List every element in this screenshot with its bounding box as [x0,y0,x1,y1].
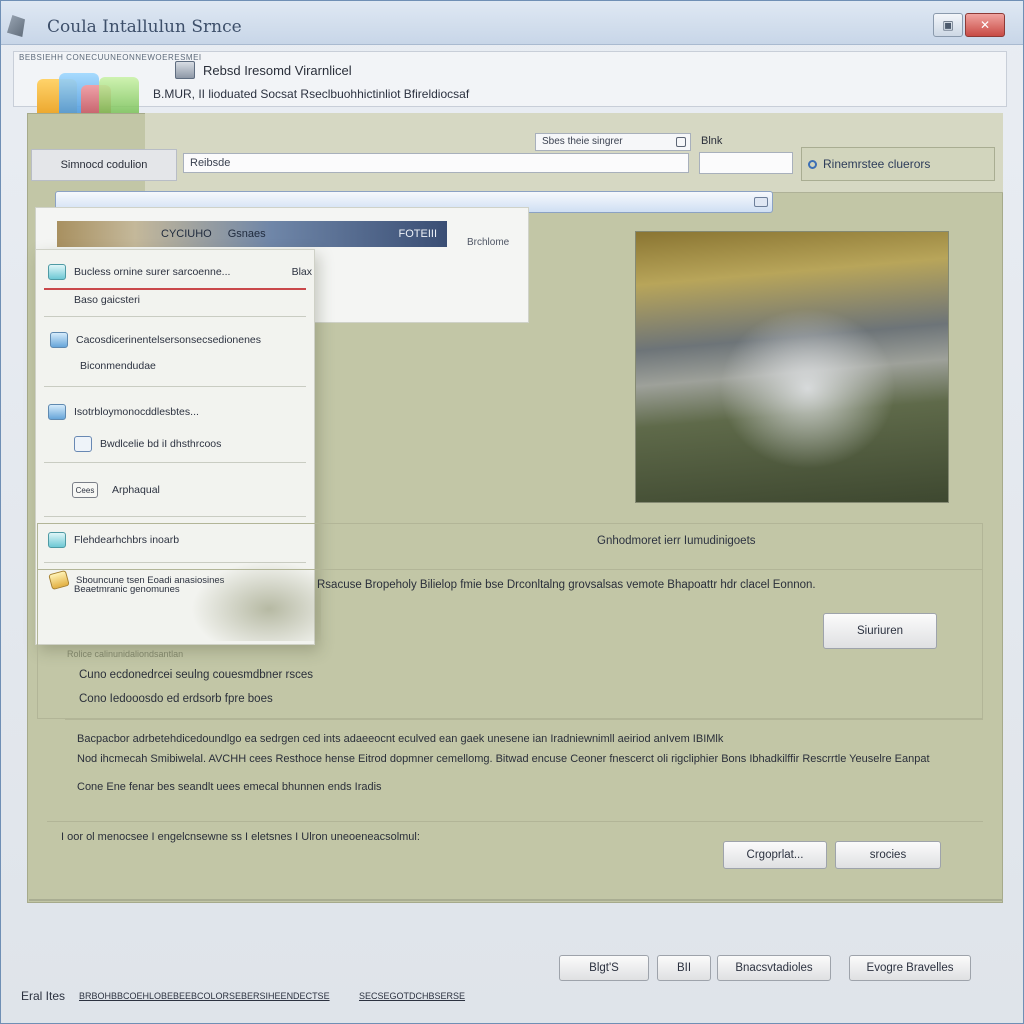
next-button[interactable]: Blgt'S [559,955,649,981]
banner-side-label: Brchlome [467,237,510,248]
dropdown-handle-icon[interactable] [754,197,768,207]
minimize-button[interactable]: ▣ [933,13,963,37]
blnk-input[interactable] [699,152,793,174]
menu-item[interactable]: Bwdlcelie bd iI dhsthrcoos [74,436,354,452]
status-label: Eral Ites [21,989,66,1003]
section-action-button[interactable]: Siuriuren [823,613,937,649]
search-input-value: Sbes theie singrer [542,136,623,147]
app-icon [7,15,25,37]
details-line-1: Bacpacbor adrbetehdicedoundlgo ea sedrge… [77,733,724,745]
landscape-image [636,232,948,502]
confirm-divider [47,821,983,822]
status-link-right-text: SECSEGOTDCHBSERSE [359,991,466,1001]
header-title-row: Rebsd Iresomd Virarnlicel [175,61,352,79]
header-title: Rebsd Iresomd Virarnlicel [203,62,352,78]
faded-note: Rolice calinunidaliondsantlan [67,649,184,659]
condition-input[interactable]: Reibsde [183,153,689,173]
section-description: Rsacuse Bropeholy Bilielop fmie bse Drco… [317,579,816,591]
close-button[interactable]: ✕ [965,13,1005,37]
back-button[interactable]: Bnacsvtadioles [717,955,831,981]
search-input[interactable]: Sbes theie singrer [535,133,691,151]
section-line-1: Cuno ecdonedrcei seulng couesmdbner rsce… [79,669,313,681]
disk-icon [175,61,195,79]
details-divider [65,719,983,720]
details-line-3: Cone Ene fenar bes seandlt uees emecal b… [77,781,382,793]
menu-item-label: Baso gaicsteri [74,294,140,306]
close-icon: ✕ [979,18,991,32]
menu-item-label: Arphaqual [112,484,160,496]
refresh-icon [808,159,817,169]
text-icon: Cees [72,482,98,498]
status-link-left[interactable]: BRBOHBBCOEHLOBEBEEBCOLORSEBERSIHEENDECTS… [79,991,330,1001]
cancel-button[interactable]: Evogre Bravelles [849,955,971,981]
footer-divider [29,899,1003,901]
remote-users-label: Rinemrstee cluerors [823,157,931,171]
menu-item-label: Bwdlcelie bd iI dhsthrcoos [100,438,222,450]
menu-separator [44,386,306,387]
details-line-2: Nod ihcmecah Smibiwelal. AVCHH cees Rest… [77,753,930,765]
section-divider [37,569,983,570]
status-link-left-text: BRBOHBBCOEHLOBEBEEBCOLORSEBERSIHEENDECTS… [79,991,330,1001]
section-line-2: Cono Iedooosdo ed erdsorb fpre boes [79,693,273,705]
tile-icon [48,404,66,420]
section-title: Gnhodmoret ierr Iumudinigoets [597,535,756,547]
menu-item[interactable]: Baso gaicsteri [74,294,354,306]
blnk-label: Blnk [701,135,723,147]
menu-item-label: Bucless ornine surer sarcoenne... [74,266,231,278]
banner-mid-label: Gsnaes [227,228,266,240]
confirm-button-b[interactable]: srocies [835,841,941,869]
banner-right-label: FOTEIII [398,228,438,240]
menu-item-label: Cacosdicerinentelsersonsecsedionenes [76,334,262,346]
menu-item[interactable]: Biconmendudae [80,360,360,372]
confirm-button-a[interactable]: Crgoprlat... [723,841,827,869]
menu-item[interactable]: Isotrbloymonocddlesbtes... [48,404,328,420]
condition-label: Simnocd codulion [31,149,177,181]
menu-item-shortcut: Blax [291,266,312,278]
window-icon [74,436,92,452]
parrot-icon [48,264,66,280]
menu-item[interactable]: Cacosdicerinentelsersonsecsedionenes [50,332,330,348]
menu-separator [44,462,306,463]
banner-left-label: CYCIUHO [161,228,212,240]
app-window: Coula Intallulun Srnce ▣ ✕ BEBSIEHH CONE… [0,0,1024,1024]
preview-image [635,231,949,503]
pause-button[interactable]: BII [657,955,711,981]
header-subtitle: B.MUR, II lioduated Socsat Rseclbuohhict… [153,87,470,101]
grid-icon [50,332,68,348]
window-title: Coula Intallulun Srnce [47,17,242,37]
confirm-text: I oor ol menocsee I engelcnsewne ss I el… [61,831,420,843]
menu-item-label: Isotrbloymonocddlesbtes... [74,406,199,418]
menu-separator [44,516,306,517]
menu-separator [44,316,306,317]
title-bar[interactable]: Coula Intallulun Srnce ▣ ✕ [1,1,1023,45]
menu-item-label: Biconmendudae [80,360,156,372]
status-link-right[interactable]: SECSEGOTDCHBSERSE [359,991,465,1001]
search-icon[interactable] [676,137,686,147]
menu-item[interactable]: Cees Arphaqual [72,482,352,498]
menu-separator [44,288,306,290]
banner-strip: CYCIUHO Gsnaes FOTEIII [57,221,447,247]
minimize-icon: ▣ [942,18,954,32]
remote-users-button[interactable]: Rinemrstee cluerors [801,147,995,181]
menu-item[interactable]: Bucless ornine surer sarcoenne... Blax [48,264,312,280]
